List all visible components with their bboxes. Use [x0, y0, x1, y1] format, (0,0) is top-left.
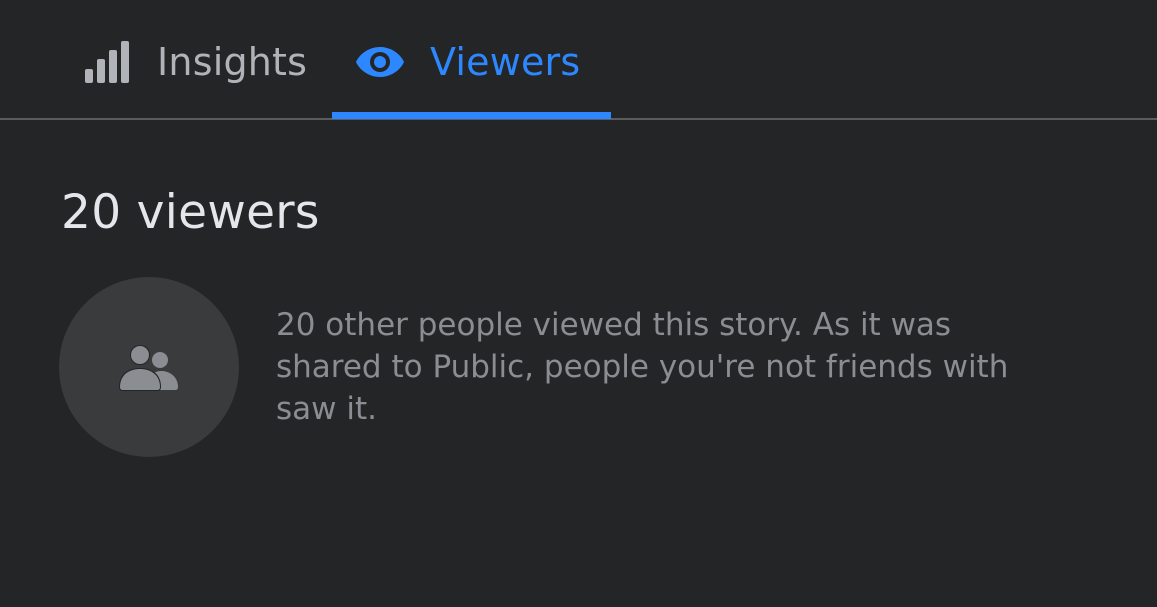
tab-bar: Insights Viewers: [0, 0, 1157, 120]
tab-viewers[interactable]: Viewers: [332, 0, 611, 118]
tab-viewers-content: Viewers: [355, 40, 580, 84]
people-avatar: [59, 277, 239, 457]
tab-insights[interactable]: Insights: [84, 0, 324, 118]
eye-icon: [356, 47, 404, 77]
story-viewers-screen: Insights Viewers 20 viewers 20 other peo…: [0, 0, 1157, 607]
tab-insights-label: Insights: [157, 40, 308, 84]
viewers-description: 20 other people viewed this story. As it…: [276, 307, 1009, 427]
tab-viewers-label: Viewers: [430, 40, 581, 84]
viewer-count-heading: 20 viewers: [61, 185, 320, 240]
active-tab-indicator: [332, 112, 611, 119]
tab-insights-content: Insights: [84, 40, 307, 84]
bar-chart-icon: [85, 41, 129, 83]
people-icon: [119, 345, 178, 391]
